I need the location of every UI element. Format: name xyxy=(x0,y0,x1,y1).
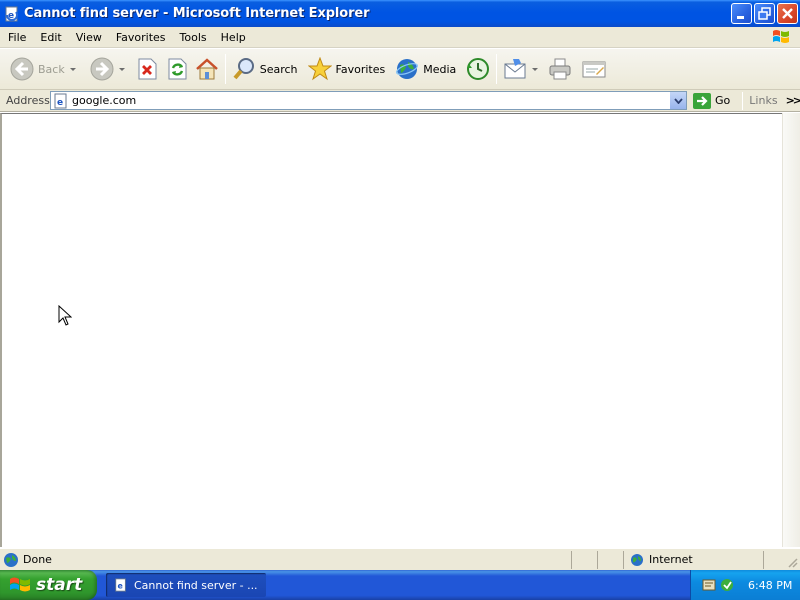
forward-button[interactable] xyxy=(87,52,128,86)
minimize-button[interactable] xyxy=(731,3,752,24)
address-label: Address xyxy=(6,94,50,107)
tray-network-icon[interactable] xyxy=(719,577,735,593)
clock[interactable]: 6:48 PM xyxy=(748,579,792,592)
ie-page-icon: e xyxy=(114,578,128,592)
back-arrow-icon xyxy=(10,57,34,81)
search-button[interactable]: Search xyxy=(229,52,301,86)
menu-view[interactable]: View xyxy=(69,31,109,44)
favorites-button[interactable]: Favorites xyxy=(305,52,389,86)
print-button[interactable] xyxy=(545,52,575,86)
close-button[interactable] xyxy=(777,3,798,24)
media-label: Media xyxy=(423,62,457,76)
media-button[interactable]: Media xyxy=(392,52,459,86)
status-bar: Done Internet xyxy=(0,548,800,570)
mail-button[interactable] xyxy=(500,52,541,86)
zone-text: Internet xyxy=(649,553,693,566)
back-label: Back xyxy=(38,62,65,76)
windows-logo-icon xyxy=(772,28,790,46)
address-dropdown-button[interactable] xyxy=(669,92,687,109)
system-tray: 6:48 PM xyxy=(690,570,800,600)
restore-button[interactable] xyxy=(754,3,775,24)
address-bar: Address e Go Links >> xyxy=(0,90,800,112)
history-clock-icon xyxy=(466,57,490,81)
home-button[interactable] xyxy=(192,52,222,86)
status-page-icon xyxy=(3,552,19,568)
mail-dropdown-icon[interactable] xyxy=(532,67,539,71)
forward-arrow-icon xyxy=(90,57,114,81)
back-dropdown-icon[interactable] xyxy=(69,67,76,71)
taskbar-item-ie[interactable]: e Cannot find server - ... xyxy=(106,573,266,597)
svg-text:e: e xyxy=(118,582,123,591)
stop-icon xyxy=(135,57,159,81)
vertical-scrollbar[interactable] xyxy=(782,113,800,547)
svg-text:e: e xyxy=(8,11,14,21)
page-icon: e xyxy=(53,93,69,109)
title-bar[interactable]: e Cannot find server - Microsoft Interne… xyxy=(0,0,800,27)
favorites-star-icon xyxy=(307,56,332,81)
start-label: start xyxy=(36,575,83,595)
windows-flag-icon xyxy=(9,575,31,595)
window-title: Cannot find server - Microsoft Internet … xyxy=(24,6,370,21)
menu-file[interactable]: File xyxy=(0,31,33,44)
status-zone: Internet xyxy=(624,550,764,569)
close-icon xyxy=(782,8,793,19)
page-content[interactable] xyxy=(0,113,782,547)
taskbar-item-label: Cannot find server - ... xyxy=(134,578,258,592)
mouse-cursor-icon xyxy=(58,304,73,327)
resize-grip-icon[interactable] xyxy=(786,556,798,568)
address-input[interactable] xyxy=(72,94,662,107)
media-globe-icon xyxy=(395,57,419,81)
stop-button[interactable] xyxy=(132,52,162,86)
toolbar-separator xyxy=(496,54,498,84)
home-icon xyxy=(195,57,219,81)
status-text: Done xyxy=(23,553,52,566)
chevron-more-icon[interactable]: >> xyxy=(786,94,800,107)
go-arrow-icon xyxy=(693,92,712,109)
minimize-icon xyxy=(737,16,744,19)
refresh-button[interactable] xyxy=(162,52,192,86)
mail-envelope-icon xyxy=(503,57,527,81)
edit-page-icon xyxy=(582,57,606,81)
internet-globe-icon xyxy=(630,553,644,567)
chevron-down-icon xyxy=(673,97,683,104)
printer-icon xyxy=(548,57,572,81)
go-label: Go xyxy=(715,94,731,107)
taskbar: start e Cannot find server - ... 6:48 PM xyxy=(0,570,800,600)
standard-toolbar: Back Search Favorites Media xyxy=(0,49,800,90)
ie-page-icon: e xyxy=(4,6,20,22)
menu-tools[interactable]: Tools xyxy=(173,31,214,44)
go-button[interactable]: Go xyxy=(693,92,731,109)
search-magnifier-icon xyxy=(232,57,256,81)
back-button[interactable]: Back xyxy=(7,52,79,86)
menu-edit[interactable]: Edit xyxy=(33,31,68,44)
menu-bar: File Edit View Favorites Tools Help xyxy=(0,27,800,48)
forward-dropdown-icon[interactable] xyxy=(118,67,125,71)
favorites-label: Favorites xyxy=(335,62,386,76)
edit-button[interactable] xyxy=(579,52,609,86)
svg-text:e: e xyxy=(57,98,63,108)
toolbar-separator xyxy=(224,54,226,84)
restore-icon xyxy=(758,7,771,20)
menu-help[interactable]: Help xyxy=(214,31,253,44)
links-separator xyxy=(742,91,744,110)
status-main: Done xyxy=(0,550,572,569)
start-button[interactable]: start xyxy=(0,570,97,600)
status-panel xyxy=(598,550,624,569)
refresh-icon xyxy=(165,57,189,81)
menu-favorites[interactable]: Favorites xyxy=(109,31,173,44)
history-button[interactable] xyxy=(463,52,493,86)
tray-app-icon[interactable] xyxy=(701,577,717,593)
search-label: Search xyxy=(259,62,298,76)
status-panel xyxy=(572,550,598,569)
address-field[interactable]: e xyxy=(50,91,688,110)
scrollbar-track[interactable] xyxy=(783,113,800,547)
links-button[interactable]: Links xyxy=(749,94,777,107)
